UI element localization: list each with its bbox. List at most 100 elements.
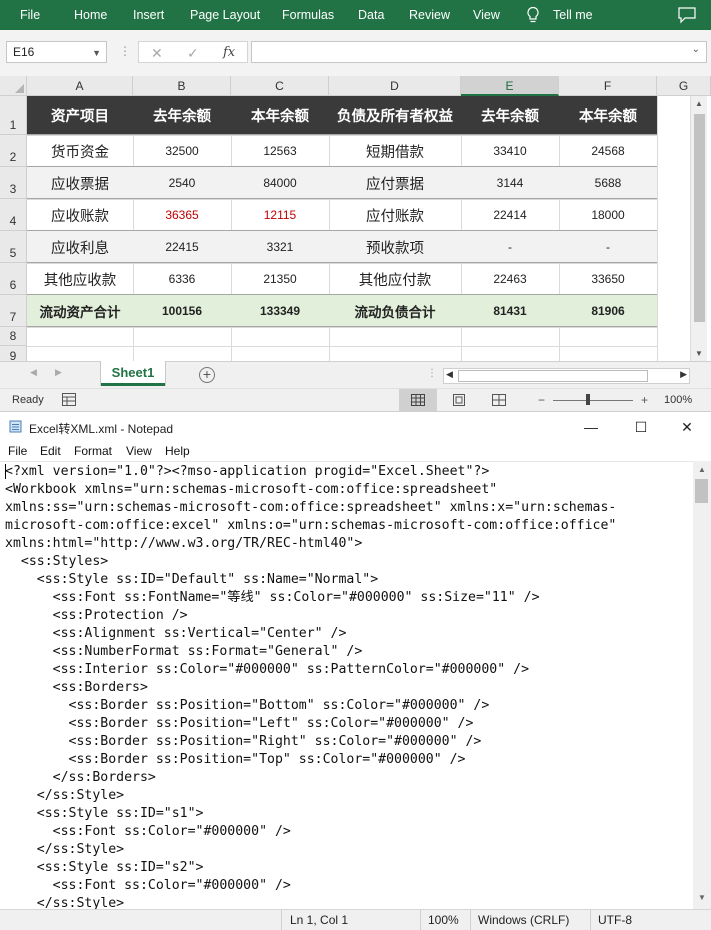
row-header-3[interactable]: 3 [0,167,27,199]
macro-record-icon[interactable] [62,393,76,406]
header-cell[interactable]: 负债及所有者权益 [329,96,461,135]
table-cell[interactable]: 36365 [133,199,231,231]
page-layout-view-icon[interactable] [440,389,478,411]
table-cell[interactable]: 22463 [461,263,559,295]
column-header-f[interactable]: F [559,76,657,96]
normal-view-icon[interactable] [399,389,437,411]
table-cell[interactable]: 32500 [133,135,231,167]
menu-file[interactable]: File [20,8,40,22]
menu-home[interactable]: Home [74,8,107,22]
table-cell[interactable]: 12563 [231,135,329,167]
page-break-view-icon[interactable] [480,389,518,411]
column-header-b[interactable]: B [133,76,231,96]
menu-formulas[interactable]: Formulas [282,8,334,22]
check-icon[interactable]: ✓ [187,43,199,63]
header-cell[interactable]: 本年余额 [231,96,329,135]
tell-me-search[interactable]: Tell me [553,8,593,22]
sheet-tab-sheet1[interactable]: Sheet1 [101,361,165,386]
table-cell[interactable]: 21350 [231,263,329,295]
split-handle-icon[interactable]: ⋮ [427,368,437,379]
zoom-level[interactable]: 100% [664,394,692,406]
column-header-c[interactable]: C [231,76,329,96]
table-cell[interactable]: 应付账款 [329,199,461,231]
scroll-up-icon[interactable]: ▲ [695,99,703,108]
menu-data[interactable]: Data [358,8,384,22]
notepad-vertical-scrollbar[interactable]: ▲ ▼ [693,461,711,909]
notepad-text-area[interactable]: <?xml version="1.0"?><?mso-application p… [0,461,693,909]
total-cell[interactable]: 81906 [559,295,657,327]
notepad-scrollbar-thumb[interactable] [695,479,708,503]
table-cell[interactable]: 短期借款 [329,135,461,167]
table-cell[interactable]: 18000 [559,199,657,231]
table-cell[interactable]: 其他应付款 [329,263,461,295]
expand-formula-chevron-icon[interactable]: ⌄ [692,44,700,55]
scrollbar-thumb[interactable] [458,370,648,382]
row-header-4[interactable]: 4 [0,199,27,231]
worksheet-grid[interactable]: A B C D E F G 1 2 3 4 5 6 7 8 9 资产项目 去年余额 本年余额 负债及所有者权益 去年余额… [0,76,711,361]
table-cell[interactable]: 其他应收款 [27,263,133,295]
row-header-6[interactable]: 6 [0,263,27,295]
table-cell[interactable]: 33650 [559,263,657,295]
table-cell[interactable]: 3144 [461,167,559,199]
table-cell[interactable]: 应收利息 [27,231,133,263]
total-cell[interactable]: 81431 [461,295,559,327]
table-cell[interactable]: - [559,231,657,263]
column-header-d[interactable]: D [329,76,461,96]
total-cell[interactable]: 133349 [231,295,329,327]
header-cell[interactable]: 资产项目 [27,96,133,135]
drag-handle-icon[interactable]: ⋮ [119,44,131,58]
scroll-right-icon[interactable]: ▶ [680,369,687,380]
close-icon[interactable]: ✕ [672,416,702,438]
total-cell[interactable]: 流动负债合计 [329,295,461,327]
table-cell[interactable]: 12115 [231,199,329,231]
scroll-tabs-right-icon[interactable]: ▶ [55,367,62,378]
row-header-7[interactable]: 7 [0,295,27,327]
total-cell[interactable]: 流动资产合计 [27,295,133,327]
notepad-menu-edit[interactable]: Edit [40,444,61,458]
insert-function-icon[interactable]: fx [223,43,235,63]
menu-view[interactable]: View [473,8,500,22]
scroll-left-icon[interactable]: ◀ [446,369,453,380]
chevron-down-icon[interactable]: ▼ [92,43,101,63]
name-box[interactable]: E16 ▼ [6,41,107,63]
zoom-out-icon[interactable]: − [538,393,545,407]
column-header-e[interactable]: E [461,76,559,96]
scroll-down-icon[interactable]: ▼ [698,893,706,902]
table-cell[interactable]: 应付票据 [329,167,461,199]
table-cell[interactable]: 2540 [133,167,231,199]
scrollbar-thumb[interactable] [694,114,705,322]
header-cell[interactable]: 去年余额 [461,96,559,135]
menu-review[interactable]: Review [409,8,450,22]
table-cell[interactable]: 22415 [133,231,231,263]
table-cell[interactable]: 5688 [559,167,657,199]
header-cell[interactable]: 去年余额 [133,96,231,135]
table-cell[interactable]: 33410 [461,135,559,167]
table-cell[interactable]: 应收账款 [27,199,133,231]
maximize-icon[interactable]: ☐ [626,416,656,438]
row-header-1[interactable]: 1 [0,96,27,135]
table-cell[interactable]: 预收款项 [329,231,461,263]
row-header-9[interactable]: 9 [0,346,27,361]
row-header-8[interactable]: 8 [0,327,27,346]
notepad-menu-format[interactable]: Format [74,444,112,458]
zoom-slider[interactable] [553,400,633,401]
select-all-corner[interactable] [0,76,27,96]
table-cell[interactable]: 货币资金 [27,135,133,167]
row-header-5[interactable]: 5 [0,231,27,263]
scroll-up-icon[interactable]: ▲ [698,465,706,474]
notepad-menu-file[interactable]: File [8,444,27,458]
table-cell[interactable]: 24568 [559,135,657,167]
cancel-icon[interactable]: ✕ [151,43,163,63]
header-cell[interactable]: 本年余额 [559,96,657,135]
table-cell[interactable]: 84000 [231,167,329,199]
scroll-down-icon[interactable]: ▼ [695,349,703,358]
zoom-slider-knob[interactable] [586,394,590,405]
notepad-menu-help[interactable]: Help [165,444,190,458]
menu-page-layout[interactable]: Page Layout [190,8,260,22]
total-cell[interactable]: 100156 [133,295,231,327]
row-header-2[interactable]: 2 [0,135,27,167]
minimize-icon[interactable]: — [576,416,606,438]
vertical-scrollbar[interactable]: ▲ ▼ [690,96,707,361]
column-header-a[interactable]: A [27,76,133,96]
table-cell[interactable]: 3321 [231,231,329,263]
